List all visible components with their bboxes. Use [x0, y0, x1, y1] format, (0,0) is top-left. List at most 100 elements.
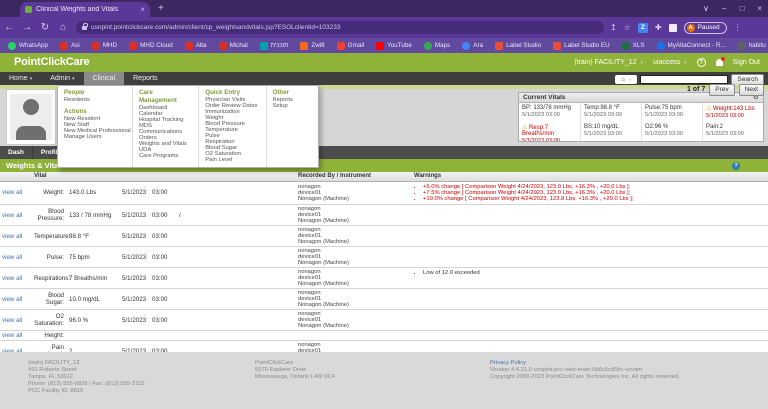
menu-item[interactable]: Care Programs: [139, 153, 192, 159]
footer-line: 5570 Explorer Drive: [255, 367, 335, 374]
tab-close-icon[interactable]: ×: [140, 6, 145, 14]
view-all-link[interactable]: view all: [2, 332, 22, 339]
view-all-link[interactable]: view all: [2, 254, 22, 261]
next-button[interactable]: Next: [739, 84, 764, 96]
bookmark-item[interactable]: habitu: [738, 42, 766, 50]
bookmark-label: תוכנית: [271, 42, 289, 49]
recorded-by-cell: nonagondevice01Nonagon (Machine): [296, 181, 412, 205]
bookmark-label: Label Studio EU: [564, 42, 610, 49]
nav-item-home[interactable]: Home ▾: [0, 72, 41, 85]
vital-cell: BP: 133/78 mmHg5/1/2023 03:00: [519, 103, 581, 122]
menu-item[interactable]: Manage Users: [64, 134, 126, 140]
view-all-link[interactable]: view all: [2, 233, 22, 240]
close-button[interactable]: ×: [757, 4, 762, 13]
bookmark-item[interactable]: Alta: [185, 42, 207, 50]
maximize-button[interactable]: □: [739, 4, 744, 13]
menu-group-header: Actions: [64, 108, 126, 116]
tab-search-icon[interactable]: ∨: [703, 4, 709, 13]
search-scope-dropdown[interactable]: ⌂▾: [615, 75, 637, 84]
warnings-cell: [412, 310, 768, 331]
bookmark-item[interactable]: MyAltaConnect - R...: [657, 42, 726, 50]
view-all-link[interactable]: view all: [2, 275, 22, 282]
bookmark-item[interactable]: Gmail: [337, 42, 364, 50]
bookmark-item[interactable]: MHD Cloud: [129, 42, 173, 50]
bookmark-item[interactable]: XLS: [622, 42, 645, 50]
bookmark-label: Alta: [196, 42, 207, 49]
vital-value: 7 Breaths/min: [67, 268, 120, 289]
bookmark-item[interactable]: תוכנית: [260, 42, 289, 50]
view-all-link[interactable]: view all: [2, 296, 22, 303]
forward-icon[interactable]: →: [18, 22, 36, 33]
bookmark-item[interactable]: Asi: [60, 42, 80, 50]
nav-item-reports[interactable]: Reports: [124, 72, 167, 85]
browser-tab[interactable]: Clinical Weights and Vitals ×: [20, 2, 150, 17]
bookmark-label: Label Studio: [506, 42, 541, 49]
extension-square-icon[interactable]: [669, 24, 677, 32]
extension-z-icon[interactable]: Z: [638, 23, 648, 33]
facility-selector[interactable]: (train) FACILITY_12 ▾: [574, 59, 643, 66]
bookmark-item[interactable]: YouTube: [376, 42, 412, 50]
home-icon[interactable]: ⌂: [54, 22, 72, 33]
recorded-by-line: Nonagon (Machine): [298, 196, 410, 202]
bookmark-label: Ara: [473, 42, 483, 49]
address-bar[interactable]: usnpint.pointclickcare.com/admin/client/…: [76, 21, 604, 34]
menu-item[interactable]: Setup: [273, 103, 312, 109]
menu-item[interactable]: Residents: [64, 97, 126, 103]
user-menu[interactable]: uiaccess ▾: [653, 59, 687, 66]
bookmark-item[interactable]: Ara: [462, 42, 483, 50]
page-footer: (train) FACILITY_12491 Roberts StreetTam…: [0, 352, 768, 409]
bookmark-favicon-icon: [219, 42, 227, 50]
recorded-by-line: Nonagon (Machine): [298, 302, 410, 308]
vital-value: 10.0 mg/dL: [67, 289, 120, 310]
privacy-policy-link[interactable]: Privacy Policy: [490, 360, 680, 367]
extensions-puzzle-icon[interactable]: ✚: [655, 23, 662, 32]
nav-item-clinical[interactable]: Clinical: [84, 72, 125, 85]
warning-list: Low of 12.0 exceeded: [414, 270, 766, 276]
bookmark-star-icon[interactable]: ☆: [624, 23, 631, 32]
bookmark-item[interactable]: Michal: [219, 42, 248, 50]
bookmark-item[interactable]: Zwift: [300, 42, 324, 50]
view-all-link[interactable]: view all: [2, 189, 22, 196]
view-all-link[interactable]: view all: [2, 317, 22, 324]
notifications-bell-icon[interactable]: [716, 59, 723, 66]
prev-button[interactable]: Prev: [709, 84, 734, 96]
section-help-icon[interactable]: ?: [732, 162, 740, 170]
resident-photo: [6, 89, 56, 145]
nav-item-admin[interactable]: Admin ▾: [41, 72, 83, 85]
help-icon[interactable]: ?: [697, 58, 706, 67]
minimize-button[interactable]: –: [722, 4, 726, 13]
bookmark-item[interactable]: MHD: [92, 42, 117, 50]
vital-value: 143.0 Lbs: [67, 181, 120, 205]
warnings-cell: +5.0% change [ Comparison Weight 4/24/20…: [412, 181, 768, 205]
recorded-by-cell: [296, 331, 412, 341]
bookmark-favicon-icon: [129, 42, 137, 50]
bookmark-item[interactable]: Label Studio: [495, 42, 541, 50]
table-row: view allTemperature:98.8 °F5/1/202303:00…: [0, 226, 768, 247]
footer-line: PCC Facility ID: 8815: [28, 388, 144, 395]
menu-item[interactable]: Pain Level: [205, 157, 259, 163]
back-icon[interactable]: ←: [0, 22, 18, 33]
main-nav: Home ▾Admin ▾ClinicalReports ⌂▾ Search: [0, 72, 768, 85]
sign-out-link[interactable]: Sign Out: [733, 59, 760, 66]
reload-icon[interactable]: ↻: [36, 22, 54, 33]
profile-paused-button[interactable]: A Paused: [684, 22, 727, 34]
bookmark-item[interactable]: Maps: [424, 42, 450, 50]
bookmark-favicon-icon: [657, 42, 665, 50]
view-all-link[interactable]: view all: [2, 212, 22, 219]
recorded-by-line: Nonagon (Machine): [298, 218, 410, 224]
browser-menu-icon[interactable]: ⋮: [734, 23, 742, 32]
new-tab-button[interactable]: +: [158, 3, 164, 14]
vital-cell: Pulse:75 bpm5/1/2023 03:00: [642, 103, 703, 122]
share-icon[interactable]: ↥: [610, 23, 617, 32]
bookmark-item[interactable]: Label Studio EU: [553, 42, 610, 50]
menu-column-header: People: [64, 89, 126, 97]
warning-item: +10.0% change [ Comparison Weight 4/24/2…: [423, 196, 766, 202]
footer-line: PointClickCare: [255, 360, 335, 367]
vital-date: 5/1/2023: [120, 247, 150, 268]
tab-dash[interactable]: Dash: [0, 146, 33, 159]
vital-label: Weight:: [32, 181, 67, 205]
vital-date: 5/1/2023: [120, 226, 150, 247]
vitals-table-body: view allWeight:143.0 Lbs5/1/202303:00non…: [0, 181, 768, 362]
footer-line: (train) FACILITY_12: [28, 360, 144, 367]
bookmark-item[interactable]: WhatsApp: [8, 42, 48, 50]
